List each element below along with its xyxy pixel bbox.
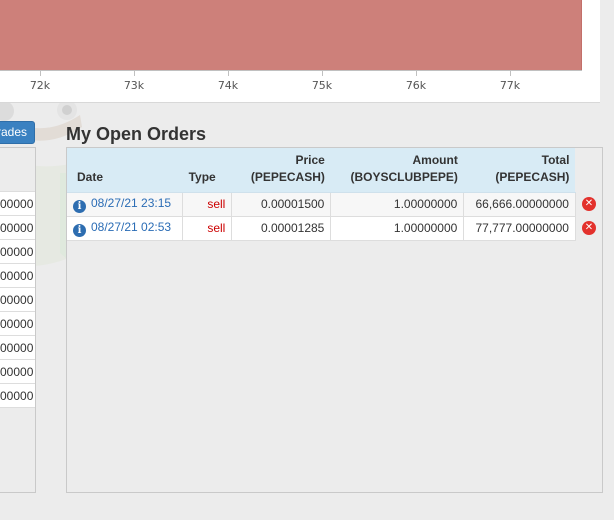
info-icon[interactable]: i [73, 199, 86, 213]
list-item: 00000 [0, 240, 35, 264]
x-tick-label: 76k [405, 79, 427, 92]
cancel-icon[interactable]: ✕ [581, 197, 596, 212]
order-total: 77,777.00000000 [463, 216, 576, 241]
cancel-order-button[interactable]: ✕ [575, 216, 602, 240]
x-tick-label: 72k [29, 79, 51, 92]
list-item: 00000 [0, 312, 35, 336]
list-item: 00000 [0, 336, 35, 360]
column-header-label: Date [77, 169, 104, 184]
column-header-type[interactable]: Type [182, 148, 232, 193]
list-item: 00000 [0, 216, 35, 240]
column-header-unit: (PEPECASH) [495, 169, 570, 184]
column-header-label: Total [541, 152, 570, 167]
x-tick [134, 70, 135, 76]
x-axis [0, 70, 582, 71]
column-header-total[interactable]: Total (PEPECASH) [463, 148, 576, 193]
list-item: 00000 [0, 384, 35, 408]
table-row: i 08/27/21 23:15 sell 0.00001500 1.000000… [67, 192, 602, 217]
order-type: sell [182, 192, 233, 217]
order-date: 08/27/21 23:15 [91, 195, 172, 210]
list-item: 00000 [0, 264, 35, 288]
x-tick-label: 74k [217, 79, 239, 92]
cancel-order-button[interactable]: ✕ [575, 192, 602, 216]
column-header-label: Type [188, 169, 216, 184]
open-orders-table: Date Type Price (PEPECASH) Amount (BOYSC… [67, 148, 602, 241]
x-tick [510, 70, 511, 76]
list-item: 00000 [0, 288, 35, 312]
order-date-link[interactable]: i 08/27/21 23:15 [67, 192, 184, 217]
x-tick-label: 77k [499, 79, 521, 92]
column-header-unit: (BOYSCLUBPEPE) [350, 169, 458, 184]
column-header-date[interactable]: Date [67, 148, 183, 193]
table-header-row: Date Type Price (PEPECASH) Amount (BOYSC… [67, 148, 602, 193]
list-item: 00000 [0, 192, 35, 216]
table-row: i 08/27/21 02:53 sell 0.00001285 1.000000… [67, 216, 602, 241]
x-tick [322, 70, 323, 76]
trades-button-label: rades [0, 125, 28, 139]
order-date: 08/27/21 02:53 [91, 219, 172, 234]
open-orders-title: My Open Orders [66, 124, 207, 144]
order-amount: 1.00000000 [330, 192, 465, 217]
order-price: 0.00001285 [231, 216, 332, 241]
order-price: 0.00001500 [231, 192, 332, 217]
column-header-label: Price [295, 152, 325, 167]
x-tick [416, 70, 417, 76]
column-header-label: Amount [412, 152, 458, 167]
x-tick-label: 73k [123, 79, 145, 92]
order-amount: 1.00000000 [330, 216, 465, 241]
cancel-icon[interactable]: ✕ [581, 221, 596, 236]
column-header-price[interactable]: Price (PEPECASH) [231, 148, 331, 193]
chart-area-fill [0, 0, 582, 70]
list-header [0, 148, 35, 192]
x-tick [228, 70, 229, 76]
trades-button[interactable]: rades [0, 121, 35, 144]
order-type: sell [182, 216, 233, 241]
order-date-link[interactable]: i 08/27/21 02:53 [67, 216, 184, 241]
column-header-amount[interactable]: Amount (BOYSCLUBPEPE) [330, 148, 464, 193]
open-orders-panel: Date Type Price (PEPECASH) Amount (BOYSC… [66, 147, 603, 493]
column-header-unit: (PEPECASH) [250, 169, 325, 184]
info-icon[interactable]: i [73, 223, 86, 237]
x-tick [40, 70, 41, 76]
trade-history-list: 00000 00000 00000 00000 00000 00000 0000… [0, 147, 36, 493]
depth-chart: 72k 73k 74k 75k 76k 77k [0, 0, 600, 103]
x-tick-label: 75k [311, 79, 333, 92]
order-total: 66,666.00000000 [463, 192, 576, 217]
column-header-actions [575, 148, 602, 192]
list-item: 00000 [0, 360, 35, 384]
